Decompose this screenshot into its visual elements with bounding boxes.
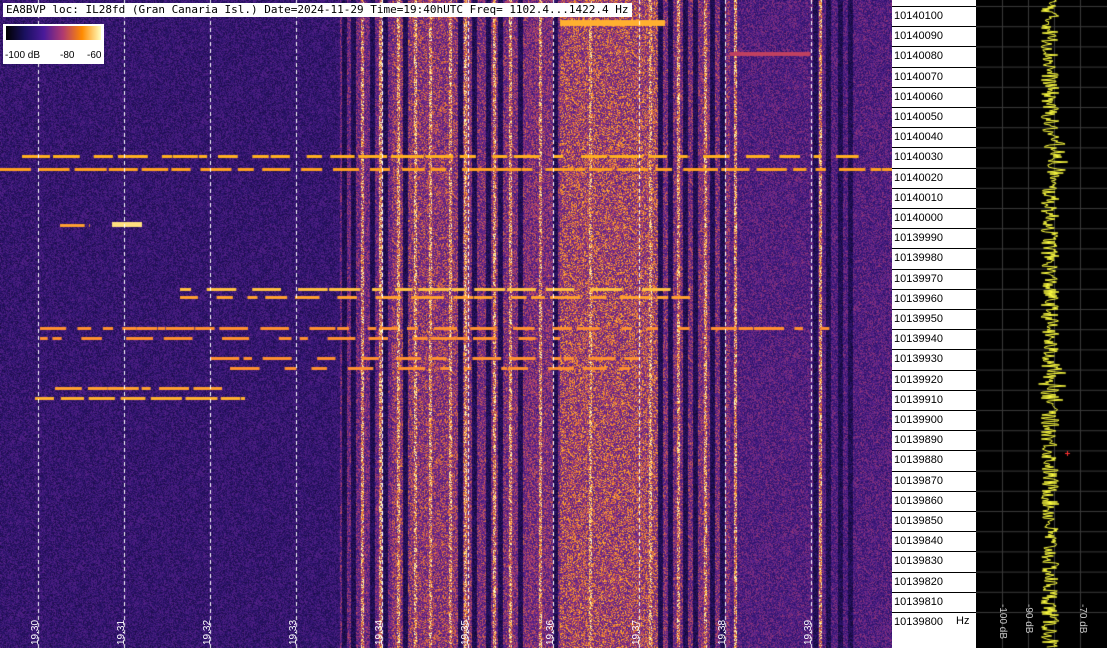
frequency-label: 10139810 xyxy=(894,595,943,608)
frequency-gridline xyxy=(892,26,976,28)
frequency-label: 10139880 xyxy=(894,454,943,467)
frequency-gridline xyxy=(892,490,976,492)
frequency-label: 10139950 xyxy=(894,313,943,325)
spectrum-plot xyxy=(976,0,1107,648)
time-label: 19.37 xyxy=(631,619,642,645)
spectrum-db-label: -100 dB xyxy=(997,604,1008,640)
time-label: 19.36 xyxy=(545,619,556,645)
frequency-label: 10139960 xyxy=(894,292,943,305)
time-label: 19.32 xyxy=(202,619,213,645)
frequency-label: 10140020 xyxy=(894,171,943,184)
time-label: 19.35 xyxy=(460,619,471,645)
frequency-gridline xyxy=(892,208,976,209)
frequency-gridline xyxy=(892,309,976,310)
frequency-label: 10139850 xyxy=(894,515,943,527)
station-info-header: EA8BVP loc: IL28fd (Gran Canaria Isl.) D… xyxy=(3,3,632,17)
frequency-gridline xyxy=(892,6,976,7)
frequency-label: 10139820 xyxy=(894,575,943,588)
time-label: 19.31 xyxy=(116,619,127,645)
legend-label-mid: -80 xyxy=(60,50,75,61)
frequency-label: 10139900 xyxy=(894,414,943,426)
frequency-unit: Hz xyxy=(956,615,970,627)
time-label: 19.34 xyxy=(374,619,385,645)
frequency-label: 10140060 xyxy=(894,90,943,103)
frequency-label: 10140040 xyxy=(894,131,943,144)
frequency-label: 10140100 xyxy=(894,10,943,22)
frequency-label: 10139860 xyxy=(894,494,943,507)
frequency-gridline xyxy=(892,410,976,411)
frequency-label: 10139890 xyxy=(894,434,943,447)
frequency-gridline xyxy=(892,268,976,270)
frequency-gridline xyxy=(892,46,976,48)
frequency-label: 10139940 xyxy=(894,333,943,346)
legend-label-min: -100 dB xyxy=(5,50,41,61)
frequency-gridline xyxy=(892,369,976,371)
frequency-gridline xyxy=(892,612,976,613)
frequency-label: 10139830 xyxy=(894,555,943,568)
frequency-gridline xyxy=(892,389,976,391)
frequency-label: 10140070 xyxy=(894,70,943,83)
frequency-label: 10140090 xyxy=(894,30,943,43)
frequency-gridline xyxy=(892,167,976,169)
frequency-label: 10139920 xyxy=(894,373,943,386)
time-label: 19.38 xyxy=(717,619,728,645)
frequency-gridline xyxy=(892,551,976,553)
frequency-gridline xyxy=(892,66,976,68)
frequency-label: 10140010 xyxy=(894,191,943,204)
frequency-gridline xyxy=(892,511,976,512)
frequency-label: 10139930 xyxy=(894,353,943,366)
frequency-gridline xyxy=(892,86,976,88)
frequency-gridline xyxy=(892,288,976,290)
frequency-gridline xyxy=(892,571,976,573)
spectrum-db-label: -70 dB xyxy=(1077,604,1088,634)
frequency-label: 10140030 xyxy=(894,151,943,164)
color-scale-legend: -100 dB -80 -60 xyxy=(3,24,104,64)
frequency-label: 10139870 xyxy=(894,474,943,487)
frequency-axis: Hz 10140100 10140090 10140080 10140070 10140… xyxy=(892,0,976,648)
color-scale-bar xyxy=(6,26,101,40)
frequency-label: 10139840 xyxy=(894,535,943,548)
frequency-gridline xyxy=(892,329,976,331)
frequency-gridline xyxy=(892,591,976,593)
frequency-gridline xyxy=(892,187,976,189)
frequency-gridline xyxy=(892,228,976,230)
legend-label-max: -60 xyxy=(87,50,102,61)
frequency-label: 10140080 xyxy=(894,50,943,63)
frequency-gridline xyxy=(892,349,976,351)
frequency-label: 10139970 xyxy=(894,272,943,285)
frequency-label: 10140000 xyxy=(894,212,943,224)
frequency-label: 10139980 xyxy=(894,252,943,265)
frequency-label: 10139800 xyxy=(894,616,943,628)
time-label: 19.33 xyxy=(288,619,299,645)
frequency-gridline xyxy=(892,430,976,432)
frequency-gridline xyxy=(892,248,976,250)
grabber-app: EA8BVP loc: IL28fd (Gran Canaria Isl.) D… xyxy=(0,0,1107,648)
frequency-gridline xyxy=(892,147,976,149)
spectrum-db-label: -90 dB xyxy=(1023,604,1034,634)
time-label: 19.30 xyxy=(30,619,41,645)
frequency-gridline xyxy=(892,470,976,472)
frequency-label: 10139910 xyxy=(894,393,943,406)
frequency-label: 10139990 xyxy=(894,232,943,245)
frequency-gridline xyxy=(892,127,976,129)
waterfall-plot xyxy=(0,0,892,648)
frequency-gridline xyxy=(892,531,976,533)
frequency-label: 10140050 xyxy=(894,111,943,123)
frequency-gridline xyxy=(892,107,976,108)
frequency-gridline xyxy=(892,450,976,452)
time-label: 19.39 xyxy=(803,619,814,645)
